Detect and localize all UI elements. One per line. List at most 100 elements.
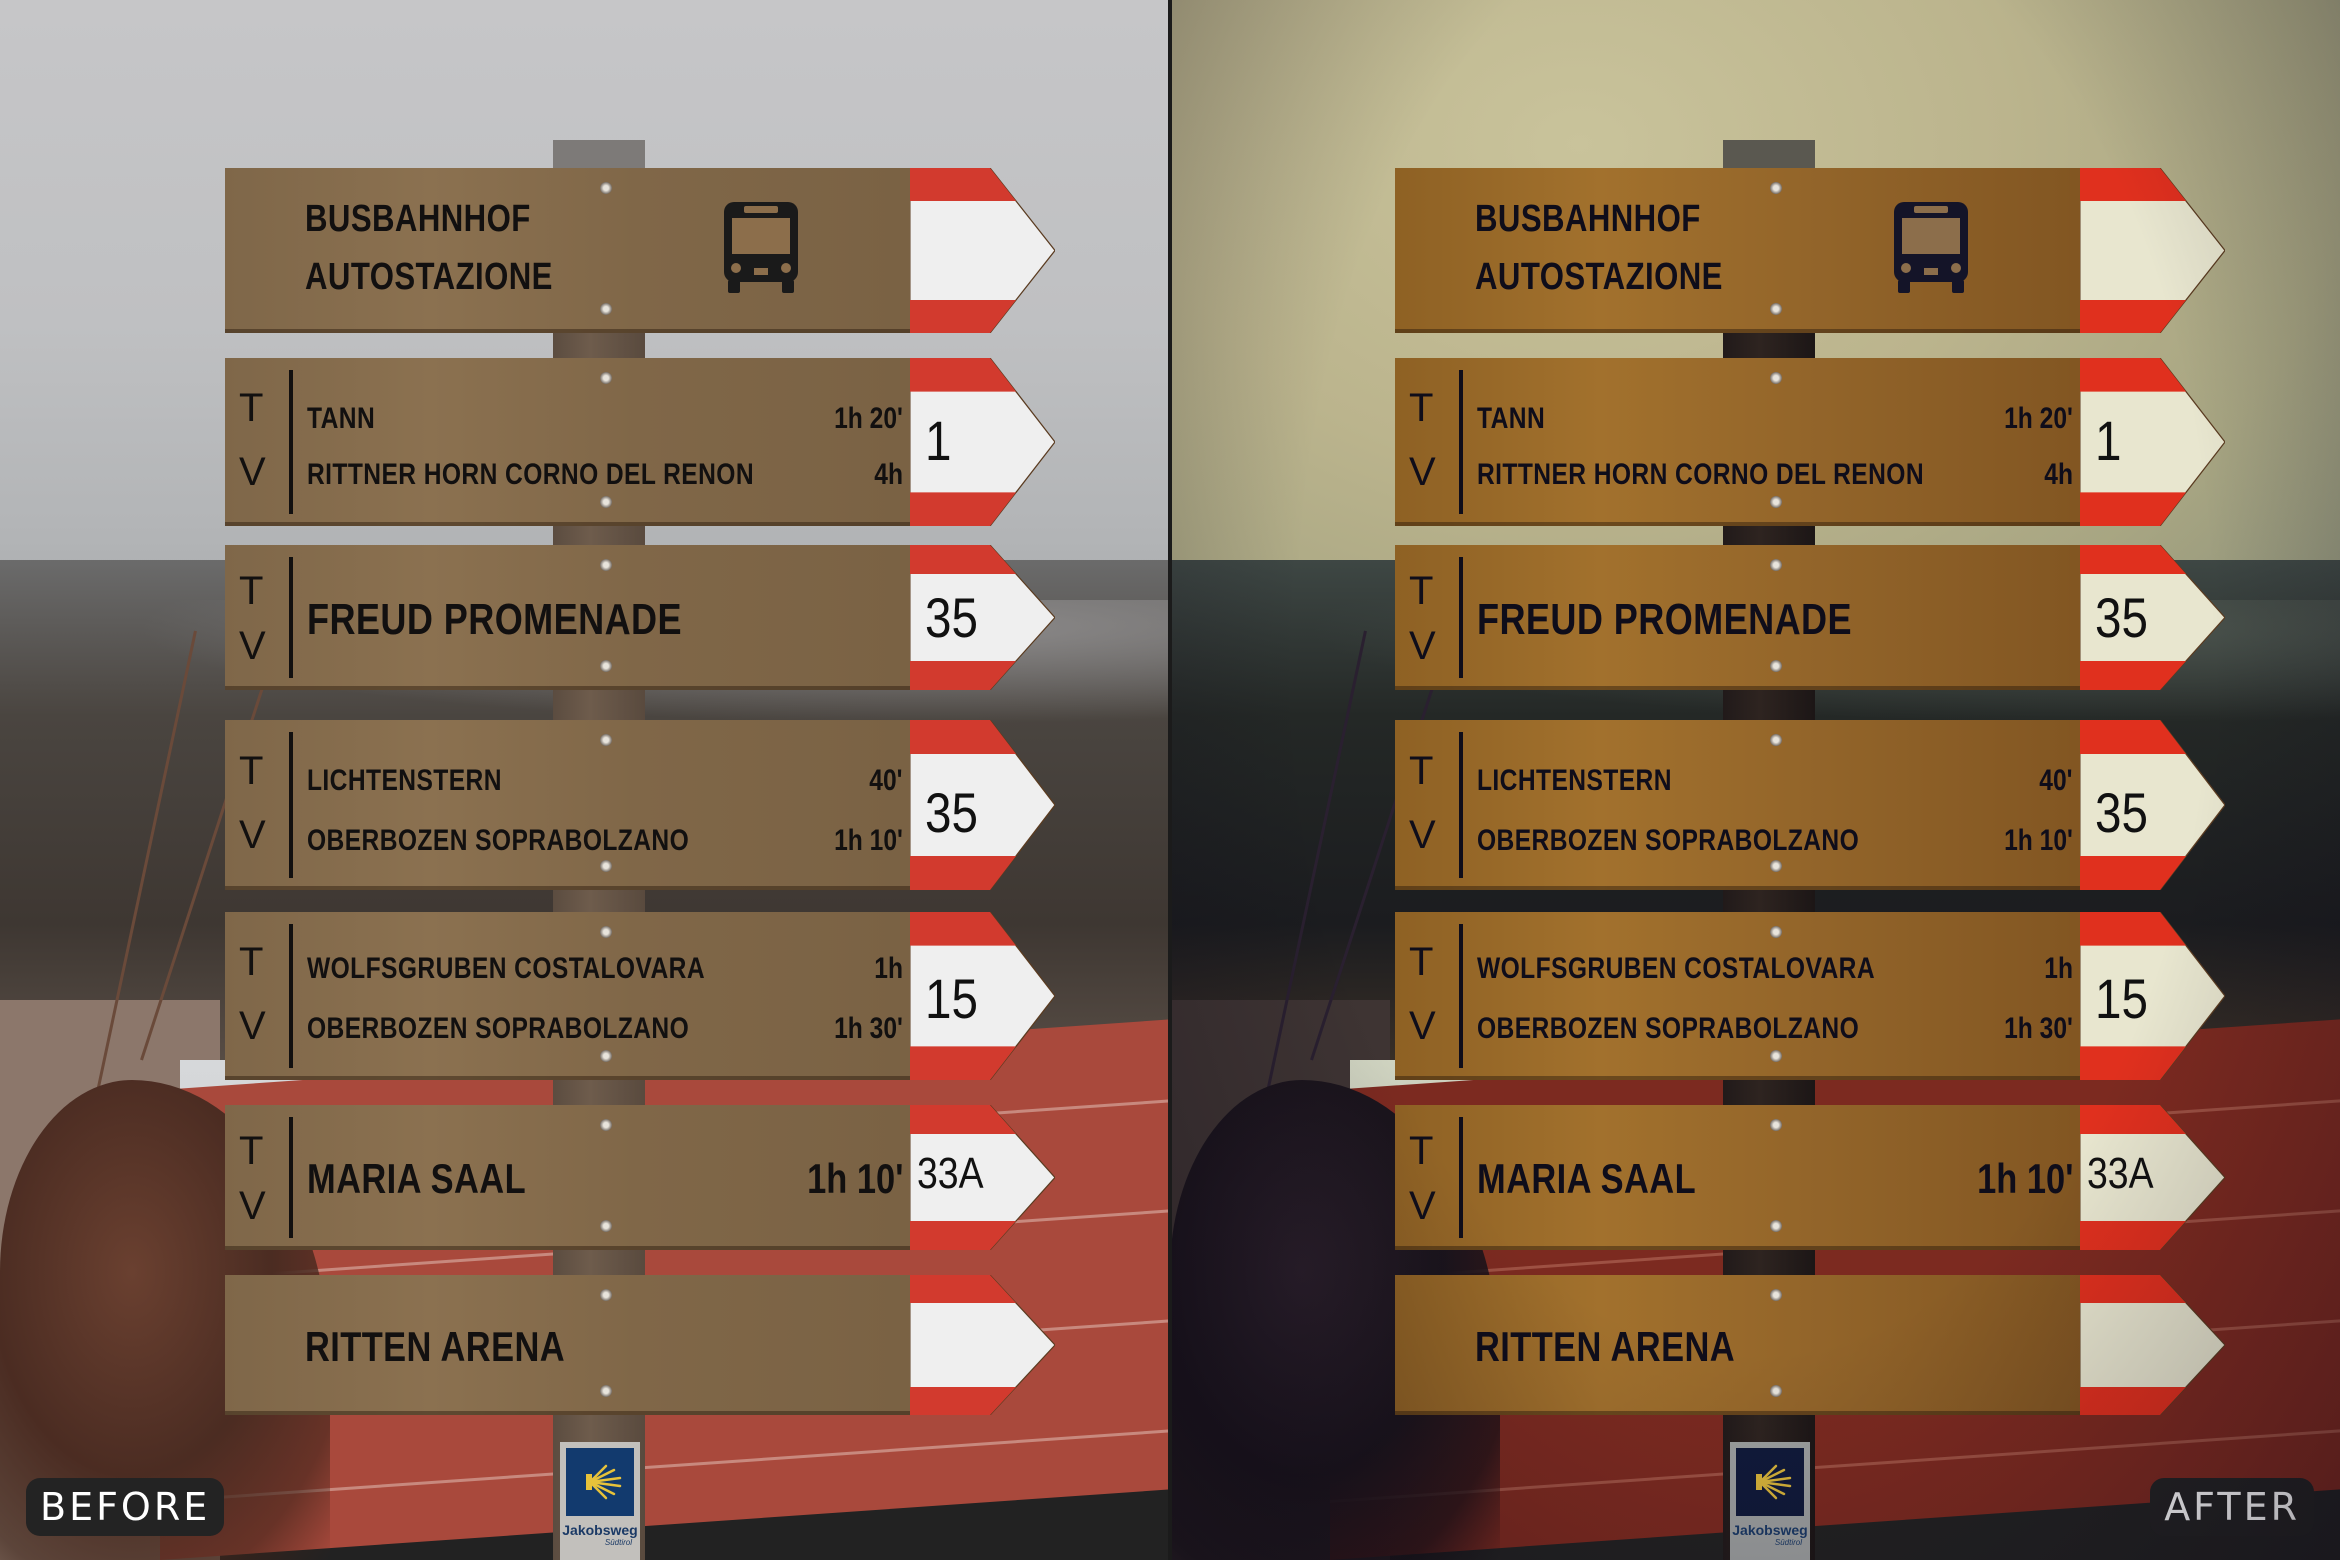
destination-text: FREUD PROMENADE [1477,595,1852,644]
screw [1770,372,1782,384]
screw [1770,496,1782,508]
destination-text: OBERBOZEN SOPRABOLZANO [1477,1012,1860,1045]
walking-time: 40' [869,764,903,797]
walking-time: 1h 30' [2004,1012,2073,1045]
direction-sign: T V LICHTENSTERN 40' OBERBOZEN SOPRABOLZANO 1… [1395,720,2225,890]
destination-text: MARIA SAAL [1477,1155,1697,1202]
walking-time: 1h 30' [834,1012,903,1045]
route-number: 35 [2095,781,2148,844]
scallop-shell-icon [586,1464,622,1500]
direction-sign: T V MARIA SAAL 1h 10' 33A [1395,1105,2225,1250]
route-number: 15 [925,967,978,1030]
screw [600,1385,612,1397]
tv-divider [289,370,293,514]
destination-text: LICHTENSTERN [307,764,502,797]
after-label: AFTER [2150,1478,2314,1536]
screw [600,372,612,384]
walking-time: 1h 20' [2004,402,2073,435]
screw [1770,734,1782,746]
plaque-subtitle: Südtirol [1774,1538,1802,1547]
route-number: 33A [917,1149,984,1198]
scallop-shell-icon [1756,1464,1792,1500]
screw [600,303,612,315]
screw [600,734,612,746]
tv-letter: V [1409,1184,1436,1229]
trail-marker-arrow [2080,168,2225,333]
trail-marker-arrow [910,1275,1055,1415]
trail-marker-arrow [910,168,1055,333]
plaque-subtitle: Südtirol [604,1538,632,1547]
tv-letter: V [239,450,266,495]
tv-letter: V [239,1184,266,1229]
walking-time: 4h [874,458,903,491]
before-panel: BUSBAHNHOF AUTOSTAZIONE T V TANN 1h 20' RITTNE… [0,0,1170,1560]
tv-letter: T [239,386,264,431]
tv-letter: T [239,1129,264,1174]
sign-board [1395,912,2080,1080]
screw [600,860,612,872]
sign-board [225,720,910,890]
destination-text: BUSBAHNHOF [1475,198,1701,240]
destination-text: TANN [307,402,376,435]
tv-letter: V [239,813,266,858]
screw [600,559,612,571]
screw [1770,1220,1782,1232]
tv-divider [289,732,293,878]
tv-letter: V [239,624,266,669]
screw [600,926,612,938]
plaque-title: Jakobsweg [562,1522,638,1538]
destination-text: WOLFSGRUBEN COSTALOVARA [1477,952,1876,985]
tv-divider [1459,370,1463,514]
screw [600,1220,612,1232]
signpost-cap [1723,140,1815,168]
tv-letter: V [239,1004,266,1049]
destination-text: RITTNER HORN CORNO DEL RENON [1477,458,1925,491]
direction-sign: T V TANN 1h 20' RITTNER HORN CORNO DEL RENON… [225,358,1055,526]
destination-text: RITTEN ARENA [305,1323,566,1370]
plaque-title: Jakobsweg [1732,1522,1808,1538]
tv-divider [1459,732,1463,878]
destination-text: OBERBOZEN SOPRABOLZANO [307,824,690,857]
route-number: 35 [925,781,978,844]
direction-sign: RITTEN ARENA [1395,1275,2225,1415]
destination-text: BUSBAHNHOF [305,198,531,240]
direction-sign: BUSBAHNHOF AUTOSTAZIONE [225,168,1055,333]
walking-time: 4h [2044,458,2073,491]
tv-divider [1459,557,1463,678]
tv-letter: T [1409,386,1434,431]
tv-letter: T [239,940,264,985]
walking-time: 1h [874,952,903,985]
destination-text: AUTOSTAZIONE [305,256,553,298]
tv-letter: V [1409,1004,1436,1049]
tv-letter: T [1409,1129,1434,1174]
walking-time: 1h 10' [834,824,903,857]
walking-time: 1h 10' [1976,1155,2073,1202]
direction-sign: T V LICHTENSTERN 40' OBERBOZEN SOPRABOLZANO 1… [225,720,1055,890]
sign-board [1395,168,2080,333]
screw [1770,1119,1782,1131]
tv-letter: T [239,748,264,793]
tv-divider [1459,924,1463,1068]
direction-sign: T V WOLFSGRUBEN COSTALOVARA 1h OBERBOZEN SOP… [225,912,1055,1080]
screw [1770,182,1782,194]
screw [1770,860,1782,872]
screw [1770,303,1782,315]
route-number: 1 [2095,409,2122,472]
tv-letter: T [1409,748,1434,793]
before-label: BEFORE [26,1478,225,1536]
destination-text: OBERBOZEN SOPRABOLZANO [1477,824,1860,857]
screw [600,1050,612,1062]
direction-sign: T V FREUD PROMENADE 35 [225,545,1055,690]
route-number: 15 [2095,967,2148,1030]
signpost-cap [553,140,645,168]
screw [600,1289,612,1301]
route-number: 33A [2087,1149,2154,1198]
walking-time: 1h 10' [2004,824,2073,857]
direction-sign: T V MARIA SAAL 1h 10' 33A [225,1105,1055,1250]
trail-marker-arrow [2080,1275,2225,1415]
jakobsweg-plaque: Jakobsweg Südtirol [1730,1442,1810,1560]
bus-icon [724,202,798,293]
trail-marker [2080,1275,2225,1415]
walking-time: 1h [2044,952,2073,985]
tv-divider [1459,1117,1463,1238]
